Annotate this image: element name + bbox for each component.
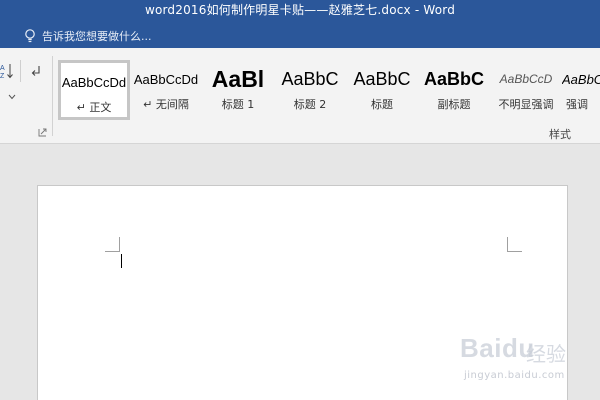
style-title[interactable]: AaBbC 标题	[346, 60, 418, 120]
style-name: 标题 2	[293, 98, 327, 111]
style-normal[interactable]: AaBbCcDd ↵ 正文	[58, 60, 130, 120]
svg-text:Z: Z	[0, 73, 5, 80]
style-name: ↵ 无间隔	[143, 98, 189, 111]
style-name: ↵ 正文	[76, 101, 112, 114]
style-name: 标题	[371, 98, 393, 111]
styles-gallery: AaBbCcDd ↵ 正文 AaBbCcDd ↵ 无间隔 AaBl 标题 1 A…	[58, 60, 600, 120]
group-divider	[20, 60, 21, 82]
text-cursor	[121, 254, 122, 268]
style-preview: AaBbCcDd	[133, 71, 199, 87]
lightbulb-icon	[25, 29, 35, 43]
ribbon: A Z AaBbCcDd ↵ 正文 AaBbCcDd ↵ 无间隔 AaBl 标题…	[0, 48, 600, 144]
styles-group-label: 样式	[549, 128, 571, 141]
document-canvas	[0, 145, 600, 400]
dialog-launcher-icon[interactable]	[38, 128, 47, 137]
title-bar: word2016如何制作明星卡贴——赵雅芝七.docx - Word 告诉我您想…	[0, 0, 600, 48]
style-preview: AaBbCcDd	[61, 74, 127, 90]
margin-corner-top-right	[507, 237, 522, 252]
svg-text:A: A	[0, 65, 5, 72]
style-name: 副标题	[437, 98, 471, 111]
style-name: 不明显强调	[498, 98, 554, 111]
margin-corner-top-left	[105, 237, 120, 252]
tell-me-box[interactable]: 告诉我您想要做什么...	[24, 28, 152, 44]
group-divider	[52, 56, 53, 136]
sort-icon[interactable]: A Z	[0, 62, 14, 80]
style-subtitle[interactable]: AaBbC 副标题	[418, 60, 490, 120]
style-preview: AaBbC	[423, 68, 484, 89]
style-heading-1[interactable]: AaBl 标题 1	[202, 60, 274, 120]
style-emphasis[interactable]: AaBbC 强调	[562, 60, 600, 120]
style-preview: AaBbCcD	[499, 72, 553, 86]
style-preview: AaBbC	[353, 68, 411, 89]
style-name: 标题 1	[221, 98, 255, 111]
show-formatting-icon[interactable]	[30, 64, 42, 78]
window-title: word2016如何制作明星卡贴——赵雅芝七.docx - Word	[144, 3, 456, 17]
chevron-down-icon[interactable]	[8, 94, 16, 100]
document-page[interactable]	[37, 185, 568, 400]
style-preview: AaBbC	[562, 71, 600, 87]
tell-me-placeholder: 告诉我您想要做什么...	[42, 30, 152, 43]
style-subtle-emphasis[interactable]: AaBbCcD 不明显强调	[490, 60, 562, 120]
style-preview: AaBl	[211, 66, 265, 92]
style-preview: AaBbC	[281, 68, 339, 89]
style-name: 强调	[566, 98, 588, 111]
style-no-spacing[interactable]: AaBbCcDd ↵ 无间隔	[130, 60, 202, 120]
paragraph-group: A Z	[0, 48, 54, 140]
style-heading-2[interactable]: AaBbC 标题 2	[274, 60, 346, 120]
